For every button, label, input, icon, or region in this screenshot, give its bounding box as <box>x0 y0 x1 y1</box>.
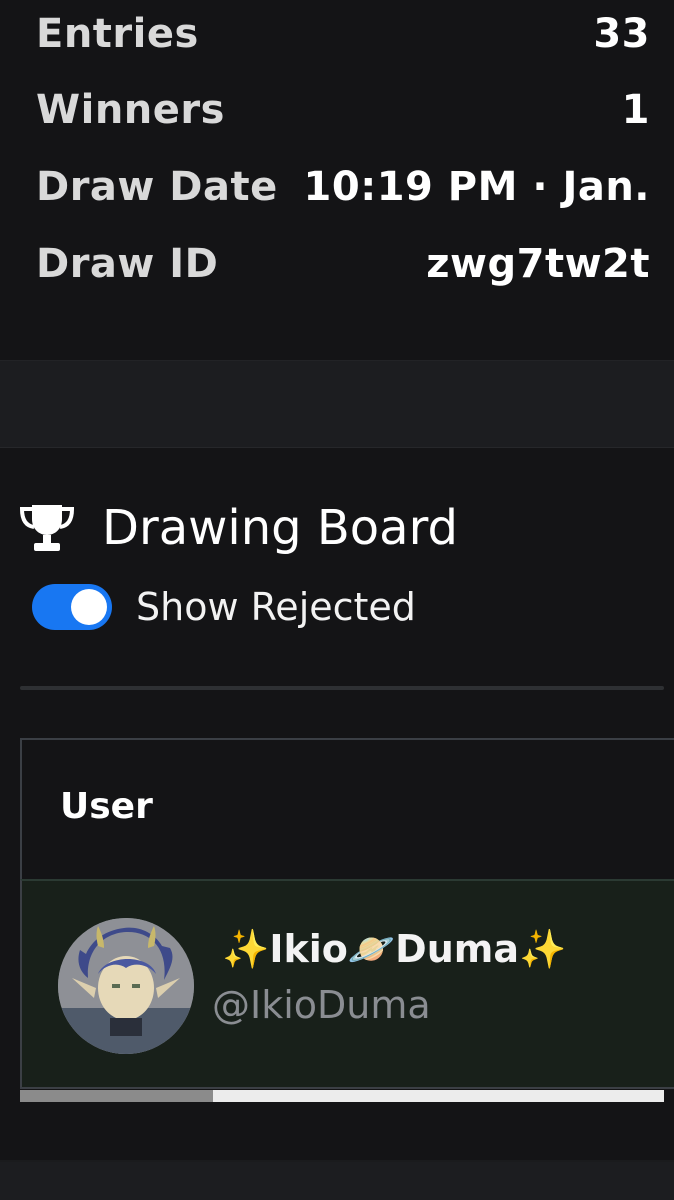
drawing-board-card: Drawing Board Show Rejected User ✨Ikio🪐D… <box>0 448 674 1160</box>
stat-row-winners: Winners 1 <box>36 80 650 140</box>
toggle-knob <box>71 589 107 625</box>
table-row[interactable]: ✨Ikio🪐Duma✨ @IkioDuma <box>20 879 640 1089</box>
divider <box>20 686 664 690</box>
board-title: Drawing Board <box>18 500 458 556</box>
stat-label: Draw ID <box>36 241 219 287</box>
trophy-icon <box>19 505 75 551</box>
stat-value: 1 <box>621 87 650 133</box>
section-spacer <box>0 361 674 448</box>
avatar <box>58 918 194 1054</box>
stat-row-entries: Entries 33 <box>36 4 650 64</box>
stat-label: Winners <box>36 87 225 133</box>
user-handle: @IkioDuma <box>212 983 431 1027</box>
draw-stats-card: Entries 33 Winners 1 Draw Date 10:19 PM … <box>0 0 674 361</box>
avatar-image <box>58 918 194 1054</box>
column-header-next <box>638 738 674 881</box>
column-header-user[interactable]: User <box>20 738 640 881</box>
stat-row-draw-id: Draw ID zwg7tw2t <box>36 234 650 294</box>
column-header-label: User <box>60 786 153 827</box>
scrollbar-thumb[interactable] <box>20 1090 214 1102</box>
show-rejected-row: Show Rejected <box>32 582 416 632</box>
stat-value: 33 <box>593 11 650 57</box>
section-spacer-bottom <box>0 1162 674 1200</box>
horizontal-scrollbar[interactable] <box>20 1090 664 1102</box>
user-display-name: ✨Ikio🪐Duma✨ <box>222 927 567 971</box>
board-title-text: Drawing Board <box>102 500 458 556</box>
stat-label: Entries <box>36 11 199 57</box>
stat-value: 10:19 PM · Jan. <box>303 164 650 210</box>
table-row-next-cell <box>638 879 674 1089</box>
stat-value: zwg7tw2t <box>426 241 650 287</box>
show-rejected-label: Show Rejected <box>136 585 416 629</box>
entries-table: User ✨Ikio🪐Duma✨ @IkioDuma <box>20 738 674 1090</box>
show-rejected-toggle[interactable] <box>32 584 112 630</box>
stat-label: Draw Date <box>36 164 278 210</box>
stat-row-draw-date: Draw Date 10:19 PM · Jan. <box>36 157 650 217</box>
